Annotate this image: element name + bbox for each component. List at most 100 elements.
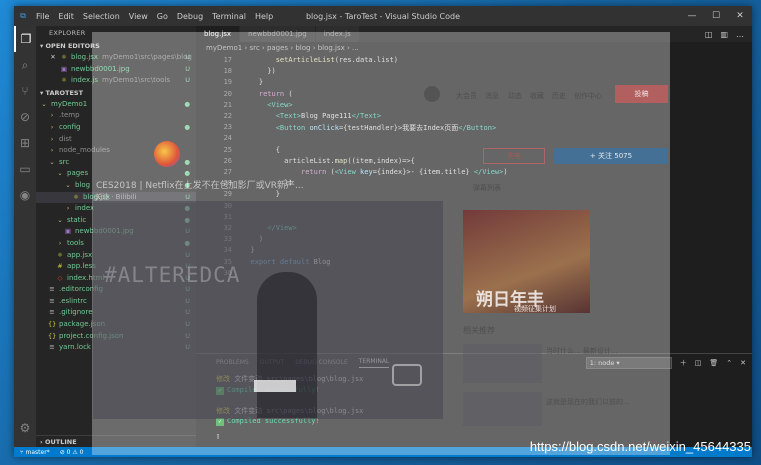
open-editor-item[interactable]: ⚛ index.js myDemo1\src\tools U: [36, 75, 196, 87]
vscode-window: ⧉ File Edit Selection View Go Debug Term…: [14, 6, 752, 457]
code-token: </View>: [242, 224, 297, 232]
source-control-icon[interactable]: ⑂: [14, 78, 36, 104]
panel-tab-output[interactable]: OUTPUT: [260, 359, 284, 366]
tree-item[interactable]: ≡ yarn.lock U: [36, 342, 196, 354]
close-editor-icon[interactable]: ✕: [49, 52, 57, 64]
remote-icon[interactable]: ▭: [14, 156, 36, 182]
breadcrumb-item[interactable]: ...: [352, 44, 359, 52]
menu-bar: File Edit Selection View Go Debug Termin…: [36, 12, 273, 21]
close-button[interactable]: ✕: [728, 6, 752, 26]
tree-item[interactable]: › node_modules: [36, 145, 196, 157]
tree-item[interactable]: ≡ .gitignore U: [36, 307, 196, 319]
debug-icon[interactable]: ⊘: [14, 104, 36, 130]
code-line: }: [242, 246, 255, 255]
code-token: return: [242, 89, 285, 98]
explorer-icon[interactable]: ❐: [14, 26, 36, 52]
breadcrumb-item[interactable]: blog.jsx: [318, 44, 345, 52]
breadcrumb-item[interactable]: pages: [267, 44, 288, 52]
code-token: map: [334, 156, 348, 165]
code-token: (res.data.list): [334, 56, 398, 64]
tree-item-status: U: [185, 273, 190, 282]
spotify-icon[interactable]: ◉: [14, 182, 36, 208]
close-panel-icon[interactable]: ✕: [740, 359, 746, 367]
search-icon[interactable]: ⌕: [14, 52, 36, 78]
tab-blog-jsx[interactable]: blog.jsx: [196, 26, 241, 42]
open-editor-item[interactable]: ✕ ⚛ blog.jsx myDemo1\src\pages\blog U: [36, 52, 196, 64]
tree-item[interactable]: {} package.json U: [36, 319, 196, 331]
terminal-prompt[interactable]: ▯: [216, 431, 363, 442]
tree-item-name: dist: [59, 134, 72, 143]
code-token: <Text>: [242, 112, 302, 120]
line-number: 18: [223, 67, 232, 76]
tree-item[interactable]: ⚛ app.jsx U: [36, 250, 196, 262]
open-editor-item[interactable]: ▣ newbbd0001.jpg U: [36, 64, 196, 76]
extensions-icon[interactable]: ⊞: [14, 130, 36, 156]
tree-item[interactable]: ⌄ myDemo1 ●: [36, 99, 196, 111]
open-editors-section[interactable]: ▾ OPEN EDITORS: [36, 40, 196, 52]
tree-item-status: ●: [184, 238, 190, 247]
tree-item[interactable]: ◇ index.html U: [36, 273, 196, 285]
terminal-line: 修改 文件变动 src\pages\blog\blog.jsx: [216, 374, 363, 385]
project-section[interactable]: ▾ TAROTEST: [36, 87, 196, 99]
outline-section[interactable]: › OUTLINE: [36, 435, 196, 447]
breadcrumb-item[interactable]: src: [249, 44, 259, 52]
tree-item[interactable]: ⌄ blog ●: [36, 180, 196, 192]
terminal-select[interactable]: 1: node ▾: [585, 357, 672, 369]
tree-item[interactable]: › dist: [36, 134, 196, 146]
menu-edit[interactable]: Edit: [58, 12, 74, 21]
tree-item[interactable]: {} project.config.json U: [36, 331, 196, 343]
tree-item[interactable]: ▣ newbbd0001.jpg U: [36, 226, 196, 238]
tree-item[interactable]: ⚛ blog.jsx U: [36, 191, 196, 204]
tree-item-status: ●: [184, 99, 190, 108]
panel-tab-debug-console[interactable]: DEBUG CONSOLE: [295, 359, 348, 366]
add-terminal-icon[interactable]: ＋: [680, 358, 687, 368]
breadcrumb-item[interactable]: blog: [295, 44, 310, 52]
open-editor-name: blog.jsx: [71, 53, 99, 61]
split-editor-icon[interactable]: ◫: [705, 30, 713, 39]
menu-file[interactable]: File: [36, 12, 49, 21]
editor-actions: ◫ ▥ …: [705, 26, 752, 42]
tree-item-name: tools: [67, 238, 84, 247]
tree-item[interactable]: › index ●: [36, 203, 196, 215]
tree-item[interactable]: › tools ●: [36, 238, 196, 250]
menu-debug[interactable]: Debug: [177, 12, 203, 21]
menu-go[interactable]: Go: [157, 12, 168, 21]
tab-newbbd0001-jpg[interactable]: newbbd0001.jpg: [240, 26, 316, 42]
tree-item[interactable]: ⌄ static ●: [36, 215, 196, 227]
branch-name: master*: [25, 448, 50, 456]
tree-item[interactable]: › config ●: [36, 122, 196, 134]
gear-icon[interactable]: ⚙: [14, 415, 36, 441]
code-token: }: [242, 246, 255, 255]
check-icon: ✓: [216, 418, 224, 426]
tree-item[interactable]: ⌄ src ●: [36, 157, 196, 169]
panel-tab-problems[interactable]: PROBLEMS: [216, 359, 249, 366]
code-editor[interactable]: 17 setArticleList(res.data.list) 18 }) 19 …: [196, 55, 752, 377]
menu-help[interactable]: Help: [255, 12, 273, 21]
folder-open-icon: ⌄: [49, 157, 55, 166]
problems-indicator[interactable]: ⊘ 0 ⚠ 0: [60, 449, 84, 456]
terminal-output[interactable]: 修改 文件变动 src\pages\blog\blog.jsx ✓ Compiled…: [216, 374, 363, 441]
title-bar: ⧉ File Edit Selection View Go Debug Term…: [14, 6, 752, 26]
tree-item[interactable]: ≡ .eslintrc U: [36, 296, 196, 308]
tree-item-name: .temp: [59, 111, 80, 120]
menu-selection[interactable]: Selection: [83, 12, 120, 21]
breadcrumb-item[interactable]: myDemo1: [206, 44, 242, 52]
maximize-button[interactable]: ☐: [704, 6, 728, 26]
layout-icon[interactable]: ▥: [720, 30, 728, 39]
more-actions-icon[interactable]: …: [736, 30, 744, 39]
panel-tab-terminal[interactable]: TERMINAL: [358, 358, 390, 368]
kill-terminal-icon[interactable]: 🗑: [709, 359, 718, 367]
tab-index-js[interactable]: index.js: [315, 26, 360, 42]
code-line: }): [242, 67, 275, 75]
menu-view[interactable]: View: [129, 12, 148, 21]
split-terminal-icon[interactable]: ◫: [695, 359, 702, 367]
tree-item[interactable]: # app.less U: [36, 261, 196, 273]
tree-item[interactable]: ⌄ pages ●: [36, 168, 196, 180]
minimize-button[interactable]: —: [680, 6, 704, 26]
terminal-line: 修改 文件变动 src\pages\blog\blog.jsx: [216, 406, 363, 417]
tree-item[interactable]: ≡ .editorconfig U: [36, 284, 196, 296]
tree-item[interactable]: › .temp: [36, 110, 196, 122]
maximize-panel-icon[interactable]: ⌃: [726, 359, 732, 367]
menu-terminal[interactable]: Terminal: [212, 12, 246, 21]
branch-indicator[interactable]: ⑂ master*: [20, 449, 50, 456]
